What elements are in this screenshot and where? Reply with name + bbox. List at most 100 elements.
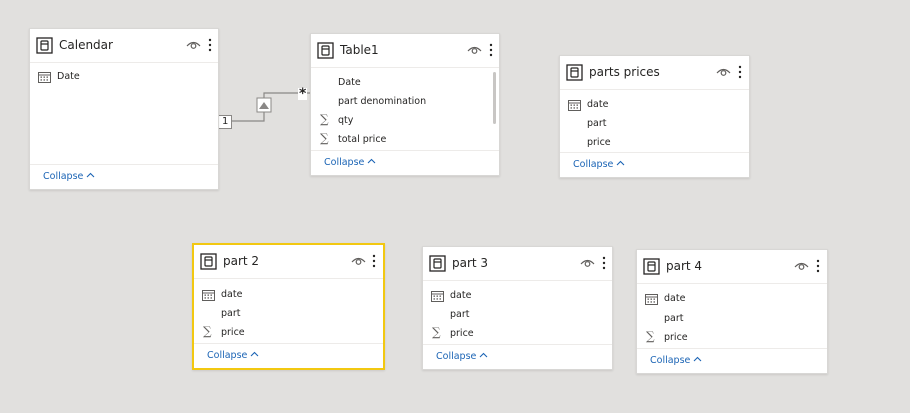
field-row[interactable]: date <box>637 290 827 309</box>
sigma-icon: ∑ <box>203 324 212 338</box>
eye-icon[interactable] <box>467 45 482 55</box>
eye-icon[interactable] <box>794 261 809 271</box>
collapse-label: Collapse <box>436 351 477 362</box>
sigma-icon: ∑ <box>320 112 329 126</box>
table-card-part-3[interactable]: part 3 date part ∑ price Collapse <box>422 246 613 370</box>
table-title: Calendar <box>59 38 113 52</box>
field-row[interactable]: part <box>194 305 383 324</box>
field-name: part denomination <box>338 96 427 107</box>
card-header[interactable]: Table1 <box>311 34 499 68</box>
more-options-icon[interactable] <box>372 254 376 268</box>
table-icon <box>317 42 334 59</box>
table-icon <box>200 253 217 270</box>
chevron-up-icon <box>693 356 702 362</box>
card-footer: Collapse <box>637 348 827 373</box>
table-title: part 3 <box>452 256 489 270</box>
field-row[interactable]: date <box>560 96 749 115</box>
field-name: date <box>221 289 243 300</box>
collapse-label: Collapse <box>324 157 365 168</box>
more-options-icon[interactable] <box>738 65 742 79</box>
field-row[interactable]: date <box>194 286 383 305</box>
collapse-link[interactable]: Collapse <box>207 350 259 361</box>
card-footer: Collapse <box>194 343 383 368</box>
card-header[interactable]: part 4 <box>637 250 827 284</box>
collapse-link[interactable]: Collapse <box>436 351 488 362</box>
more-options-icon[interactable] <box>602 256 606 270</box>
chevron-up-icon <box>250 351 259 357</box>
field-row[interactable]: ∑ price <box>423 325 612 344</box>
card-footer: Collapse <box>30 164 218 189</box>
table-title: part 2 <box>223 254 260 268</box>
table-title: part 4 <box>666 259 703 273</box>
relationship-to-cardinality: * <box>298 86 308 102</box>
filter-direction-icon <box>256 97 272 113</box>
table-card-table1[interactable]: Table1 Date part denomination ∑ qty ∑ to… <box>310 33 500 176</box>
field-name: Date <box>338 77 361 88</box>
chevron-up-icon <box>479 352 488 358</box>
card-header[interactable]: parts prices <box>560 56 749 90</box>
table-icon <box>566 64 583 81</box>
field-row[interactable]: part <box>423 306 612 325</box>
field-row[interactable]: ∑ price <box>637 329 827 348</box>
field-name: price <box>664 332 688 343</box>
calendar-icon <box>568 100 581 111</box>
calendar-icon <box>202 290 215 301</box>
card-header[interactable]: part 3 <box>423 247 612 281</box>
field-name: date <box>664 293 686 304</box>
field-row[interactable]: ∑ qty <box>311 112 499 131</box>
collapse-label: Collapse <box>207 350 248 361</box>
field-row[interactable]: ∑ total price <box>311 131 499 150</box>
calendar-icon <box>645 294 658 305</box>
table-card-parts-prices[interactable]: parts prices date part price Collapse <box>559 55 750 178</box>
eye-icon[interactable] <box>351 256 366 266</box>
field-row[interactable]: part denomination <box>311 93 499 112</box>
field-row[interactable]: Date <box>30 68 218 87</box>
eye-icon[interactable] <box>580 258 595 268</box>
field-name: total price <box>338 134 387 145</box>
field-name: part <box>664 313 684 324</box>
field-name: Date <box>57 71 80 82</box>
table-card-calendar[interactable]: Calendar Date Collapse <box>29 28 219 190</box>
sigma-icon: ∑ <box>320 131 329 145</box>
collapse-link[interactable]: Collapse <box>573 159 625 170</box>
chevron-up-icon <box>616 160 625 166</box>
card-header[interactable]: part 2 <box>194 245 383 279</box>
eye-icon[interactable] <box>186 40 201 50</box>
eye-icon[interactable] <box>716 67 731 77</box>
table-card-part-2[interactable]: part 2 date part ∑ price Collapse <box>192 243 385 370</box>
field-row[interactable]: part <box>560 115 749 134</box>
card-footer: Collapse <box>560 152 749 177</box>
more-options-icon[interactable] <box>816 259 820 273</box>
collapse-label: Collapse <box>573 159 614 170</box>
card-footer: Collapse <box>423 344 612 369</box>
collapse-link[interactable]: Collapse <box>43 171 95 182</box>
more-options-icon[interactable] <box>208 38 212 52</box>
sigma-icon: ∑ <box>646 329 655 343</box>
chevron-up-icon <box>367 158 376 164</box>
collapse-link[interactable]: Collapse <box>324 157 376 168</box>
field-name: date <box>450 290 472 301</box>
field-row[interactable]: Date <box>311 74 499 93</box>
table-card-part-4[interactable]: part 4 date part ∑ price Collapse <box>636 249 828 374</box>
field-name: price <box>450 328 474 339</box>
card-header[interactable]: Calendar <box>30 29 218 63</box>
collapse-label: Collapse <box>650 355 691 366</box>
collapse-label: Collapse <box>43 171 84 182</box>
field-row[interactable]: price <box>560 134 749 153</box>
table-title: Table1 <box>340 43 379 57</box>
sigma-icon: ∑ <box>432 325 441 339</box>
field-name: part <box>450 309 470 320</box>
field-name: qty <box>338 115 354 126</box>
table-icon <box>36 37 53 54</box>
chevron-up-icon <box>86 172 95 178</box>
field-row[interactable]: part <box>637 310 827 329</box>
field-row[interactable]: date <box>423 287 612 306</box>
more-options-icon[interactable] <box>489 43 493 57</box>
field-row[interactable]: ∑ price <box>194 324 383 343</box>
field-name: price <box>587 137 611 148</box>
calendar-icon <box>431 291 444 302</box>
field-name: price <box>221 327 245 338</box>
field-name: date <box>587 99 609 110</box>
card-footer: Collapse <box>311 150 499 175</box>
collapse-link[interactable]: Collapse <box>650 355 702 366</box>
